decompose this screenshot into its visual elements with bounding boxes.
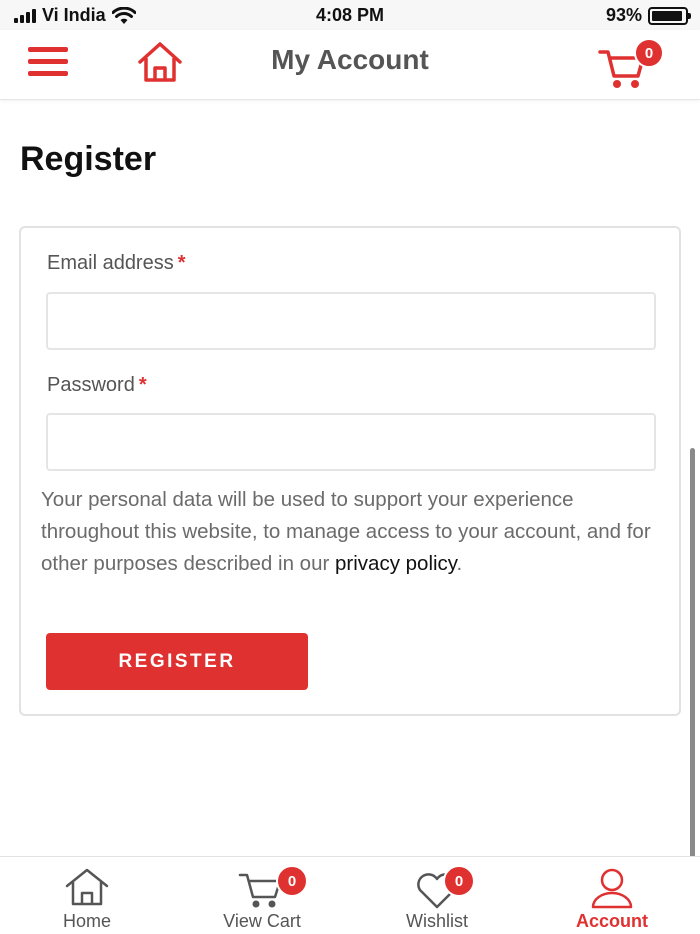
privacy-policy-link[interactable]: privacy policy xyxy=(335,552,457,575)
required-marker: * xyxy=(177,252,186,274)
battery-icon xyxy=(648,6,691,25)
nav-home[interactable]: Home xyxy=(27,865,147,931)
bottom-nav: Home 0 View Cart 0 Wishlist Account xyxy=(0,856,700,934)
password-label-text: Password xyxy=(47,374,135,396)
nav-wishlist[interactable]: 0 Wishlist xyxy=(377,865,497,931)
required-marker: * xyxy=(138,374,147,396)
user-icon xyxy=(591,868,633,909)
privacy-end: . xyxy=(456,552,463,575)
scrollbar[interactable] xyxy=(690,448,695,918)
nav-wishlist-label: Wishlist xyxy=(406,911,468,931)
page-title: Register xyxy=(20,140,157,178)
nav-account-label: Account xyxy=(576,911,648,931)
email-field[interactable] xyxy=(46,292,656,350)
email-label-text: Email address xyxy=(47,252,174,274)
cart-count-badge: 0 xyxy=(634,38,664,68)
email-label: Email address * xyxy=(47,252,186,275)
password-field[interactable] xyxy=(46,413,656,471)
nav-home-label: Home xyxy=(62,911,111,931)
wishlist-badge: 0 xyxy=(443,865,475,897)
status-bar: Vi India 4:08 PM 93% xyxy=(0,0,700,30)
privacy-notice: Your personal data will be used to suppo… xyxy=(41,484,661,580)
nav-view-cart-label: View Cart xyxy=(223,911,301,931)
register-button[interactable]: REGISTER xyxy=(46,633,308,690)
view-cart-badge: 0 xyxy=(276,865,308,897)
battery-percent: 93% xyxy=(605,5,642,25)
page-header-title: My Account xyxy=(271,44,429,75)
app-bar: My Account 0 xyxy=(0,30,700,100)
home-icon xyxy=(65,868,109,906)
header-cart-button[interactable]: 0 xyxy=(598,38,668,90)
nav-view-cart[interactable]: 0 View Cart xyxy=(202,865,322,931)
nav-account[interactable]: Account xyxy=(552,865,672,931)
status-time: 4:08 PM xyxy=(315,5,385,25)
status-right: 93% xyxy=(605,5,691,26)
password-label: Password * xyxy=(47,374,147,397)
register-form: Email address * Password * Your personal d… xyxy=(19,226,681,716)
